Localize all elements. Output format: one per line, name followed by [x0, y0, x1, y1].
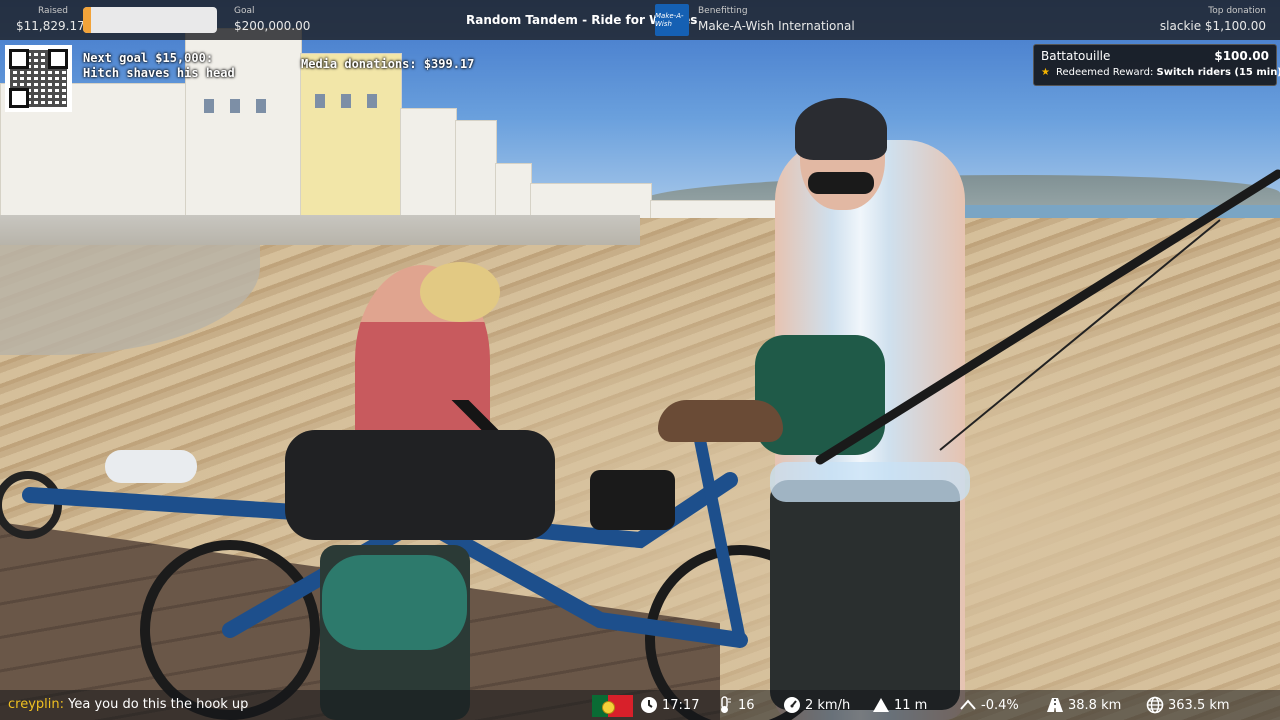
bottom-status-bar: creyplin: Yea you do this the hook up 17…: [0, 690, 1280, 720]
clock-icon: [641, 697, 657, 713]
chat-username: creyplin:: [8, 697, 64, 712]
raised-amount: $11,829.17: [16, 19, 85, 33]
temperature-value: 16: [738, 697, 755, 713]
donation-alert: Battatouille $100.00 ★ Redeemed Reward: …: [1033, 44, 1280, 86]
top-overlay-bar: Raised $11,829.17 Goal $200,000.00 Rando…: [0, 0, 1280, 40]
fundraising-progress-bar: [83, 7, 217, 33]
mountain-icon: [873, 698, 889, 712]
water-bottle: [105, 450, 197, 483]
video-frame: [0, 0, 1280, 720]
total-distance-value: 363.5 km: [1168, 697, 1230, 713]
donation-qr-code: [5, 45, 72, 112]
alert-amount: $100.00: [1214, 49, 1269, 63]
logo-text: Make-A-Wish: [655, 12, 684, 28]
alert-username: Battatouille: [1041, 49, 1111, 63]
next-goal-text: Next goal $15,000: Hitch shaves his head: [83, 51, 235, 80]
star-icon: ★: [1041, 67, 1050, 78]
chat-text: Yea you do this the hook up: [68, 697, 249, 712]
time-value: 17:17: [662, 697, 700, 713]
goal-label: Goal: [234, 6, 255, 16]
trip-distance-value: 38.8 km: [1068, 697, 1122, 713]
total-distance-stat: 363.5 km: [1146, 696, 1230, 714]
top-donation-value: slackie $1,100.00: [1159, 19, 1266, 33]
goal-amount: $200,000.00: [234, 19, 311, 33]
incline-icon: [960, 699, 976, 710]
front-pannier: [770, 480, 960, 710]
portugal-flag-icon: [592, 695, 633, 717]
redeemed-prefix: Redeemed Reward:: [1056, 67, 1154, 78]
promenade: [0, 215, 640, 245]
elevation-stat: 11 m: [872, 696, 927, 714]
bike-helmet: [795, 98, 887, 160]
redeemed-reward-line: Redeemed Reward: Switch riders (15 min): [1056, 67, 1280, 78]
camera-pole: [815, 169, 1280, 465]
chat-message: creyplin: Yea you do this the hook up: [8, 697, 248, 712]
trip-distance-stat: 38.8 km: [1046, 696, 1121, 714]
make-a-wish-logo: Make-A-Wish: [655, 4, 689, 36]
raised-label: Raised: [38, 6, 69, 16]
rider-hair: [420, 262, 500, 322]
speed-value: 2 km/h: [805, 697, 851, 713]
progress-fill: [83, 7, 92, 33]
rolled-tarp: [322, 555, 467, 650]
grade-stat: -0.4%: [959, 696, 1019, 714]
speed-stat: 2 km/h: [783, 696, 850, 714]
time-stat: 17:17: [640, 696, 699, 714]
speedometer-icon: [784, 697, 800, 713]
benefitting-charity: Make-A-Wish International: [698, 19, 855, 33]
elevation-value: 11 m: [894, 697, 928, 713]
media-donations-text: Media donations: $399.17: [301, 57, 475, 71]
road-icon: [1047, 698, 1063, 712]
top-donation-label: Top donation: [1208, 6, 1266, 16]
grade-value: -0.4%: [981, 697, 1019, 713]
thermometer-icon: [721, 696, 731, 713]
globe-icon: [1146, 696, 1164, 714]
bike-saddle: [658, 400, 783, 442]
benefitting-label: Benefitting: [698, 6, 748, 16]
temperature-stat: 16: [716, 696, 755, 714]
reward-name: Switch riders (15 min): [1156, 67, 1280, 78]
